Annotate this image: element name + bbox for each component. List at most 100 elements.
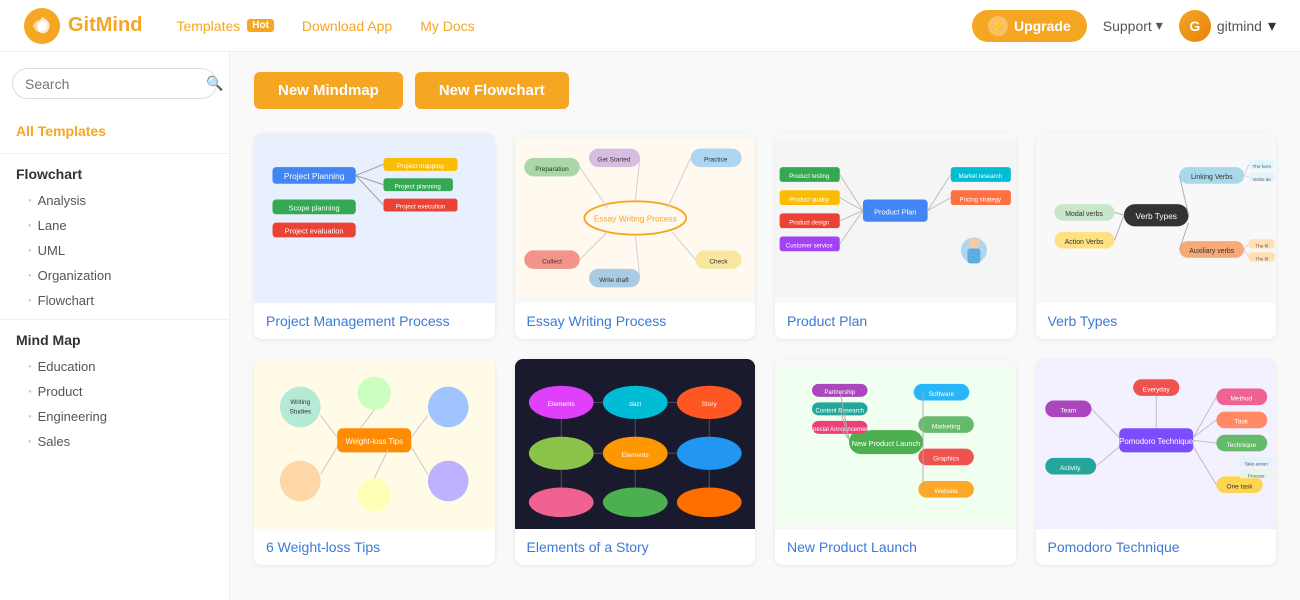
svg-text:Story: Story <box>701 401 717 408</box>
svg-text:Project execution: Project execution <box>396 204 446 211</box>
svg-text:The fil: The fil <box>1255 244 1268 249</box>
upgrade-icon: ⚡ <box>988 16 1008 36</box>
template-card-new-product-launch[interactable]: New Product Launch Software Marketing Gr… <box>775 359 1016 565</box>
nav-download[interactable]: Download App <box>292 12 402 40</box>
template-label: Verb Types <box>1036 303 1277 339</box>
template-label: 6 Weight-loss Tips <box>254 529 495 565</box>
svg-text:Product design: Product design <box>789 220 829 226</box>
sidebar-item-lane[interactable]: Lane <box>0 213 229 238</box>
svg-text:Get Started: Get Started <box>597 157 630 164</box>
sidebar-item-sales[interactable]: Sales <box>0 429 229 454</box>
logo[interactable]: GitMind <box>24 8 142 44</box>
svg-text:The form: The form <box>1252 164 1271 169</box>
svg-text:Method: Method <box>1230 396 1252 403</box>
sidebar-item-flowchart2[interactable]: Flowchart <box>0 288 229 313</box>
template-thumb: Product Plan Product testing Product qua… <box>775 133 1016 303</box>
template-card-elements-story[interactable]: Elements dazi Story Elements <box>515 359 756 565</box>
sidebar-item-engineering[interactable]: Engineering <box>0 404 229 429</box>
svg-text:Graphics: Graphics <box>933 456 959 463</box>
svg-text:Market research: Market research <box>959 174 1002 180</box>
template-thumb: Project Planning Project mapping Project… <box>254 133 495 303</box>
user-name: gitmind <box>1217 18 1262 34</box>
svg-text:Software: Software <box>929 391 955 398</box>
template-label: Product Plan <box>775 303 1016 339</box>
search-box[interactable]: 🔍 <box>12 68 217 99</box>
svg-text:Website: Website <box>934 488 958 495</box>
template-card-verb-types[interactable]: Verb Types Linking Verbs Auxiliary verbs… <box>1036 133 1277 339</box>
sidebar-item-all-templates[interactable]: All Templates <box>0 115 229 147</box>
divider-1 <box>0 153 229 154</box>
svg-text:Elements: Elements <box>547 401 574 408</box>
template-thumb: New Product Launch Software Marketing Gr… <box>775 359 1016 529</box>
svg-text:New Product Launch: New Product Launch <box>852 439 921 448</box>
svg-text:Task: Task <box>1234 419 1248 426</box>
svg-text:Project evaluation: Project evaluation <box>285 227 344 236</box>
svg-text:Write draft: Write draft <box>599 277 629 284</box>
svg-text:Pomodoro Technique: Pomodoro Technique <box>1119 437 1194 446</box>
svg-text:Product testing: Product testing <box>789 174 829 180</box>
chevron-down-icon: ▾ <box>1156 17 1163 34</box>
template-thumb: Pomodoro Technique Team Activity Method … <box>1036 359 1277 529</box>
svg-text:Linking Verbs: Linking Verbs <box>1190 174 1232 181</box>
header-right: ⚡ Upgrade Support ▾ G gitmind ▾ <box>972 10 1276 42</box>
template-thumb: Weight-loss Tips Writing Studies <box>254 359 495 529</box>
svg-text:Product quality: Product quality <box>789 197 829 203</box>
svg-text:Weight-loss Tips: Weight-loss Tips <box>345 437 403 446</box>
sidebar-item-mindmap[interactable]: Mind Map <box>0 326 229 354</box>
template-card-essay-writing[interactable]: Essay Writing Process Preparation Practi… <box>515 133 756 339</box>
template-card-project-management[interactable]: Project Planning Project mapping Project… <box>254 133 495 339</box>
svg-text:Product Plan: Product Plan <box>874 207 916 216</box>
svg-text:Pricing strategy: Pricing strategy <box>960 197 1001 203</box>
search-input[interactable] <box>25 76 206 92</box>
divider-2 <box>0 319 229 320</box>
sidebar-item-flowchart[interactable]: Flowchart <box>0 160 229 188</box>
new-mindmap-button[interactable]: New Mindmap <box>254 72 403 109</box>
sidebar-item-organization[interactable]: Organization <box>0 263 229 288</box>
template-label: Elements of a Story <box>515 529 756 565</box>
nav-links: Templates Hot Download App My Docs <box>166 12 972 40</box>
svg-text:Take action: Take action <box>1244 461 1268 466</box>
support-menu[interactable]: Support ▾ <box>1103 17 1163 34</box>
svg-text:Studies: Studies <box>289 408 311 415</box>
header: GitMind Templates Hot Download App My Do… <box>0 0 1300 52</box>
sidebar-item-education[interactable]: Education <box>0 354 229 379</box>
upgrade-button[interactable]: ⚡ Upgrade <box>972 10 1087 42</box>
svg-text:The fil: The fil <box>1255 257 1268 262</box>
svg-text:Process: Process <box>1247 473 1264 478</box>
hot-badge: Hot <box>247 19 274 32</box>
svg-text:Customer service: Customer service <box>786 244 833 250</box>
template-card-pomodoro[interactable]: Pomodoro Technique Team Activity Method … <box>1036 359 1277 565</box>
layout: 🔍 All Templates Flowchart Analysis Lane … <box>0 52 1300 600</box>
template-thumb: Verb Types Linking Verbs Auxiliary verbs… <box>1036 133 1277 303</box>
avatar: G <box>1179 10 1211 42</box>
main-content: New Mindmap New Flowchart Project Planni… <box>230 52 1300 600</box>
template-card-weight-loss[interactable]: Weight-loss Tips Writing Studies <box>254 359 495 565</box>
svg-text:Verb Types: Verb Types <box>1135 211 1176 221</box>
svg-text:Project Planning: Project Planning <box>284 171 345 181</box>
new-flowchart-button[interactable]: New Flowchart <box>415 72 569 109</box>
nav-mydocs[interactable]: My Docs <box>410 12 484 40</box>
template-thumb: Essay Writing Process Preparation Practi… <box>515 133 756 303</box>
template-label: New Product Launch <box>775 529 1016 565</box>
sidebar: 🔍 All Templates Flowchart Analysis Lane … <box>0 52 230 600</box>
svg-text:Essay Writing Process: Essay Writing Process <box>593 214 676 224</box>
svg-text:Activity: Activity <box>1059 465 1080 472</box>
action-buttons: New Mindmap New Flowchart <box>254 72 1276 109</box>
template-label: Essay Writing Process <box>515 303 756 339</box>
sidebar-item-product[interactable]: Product <box>0 379 229 404</box>
svg-text:Practice: Practice <box>704 157 728 164</box>
template-label: Project Management Process <box>254 303 495 339</box>
svg-text:Scope planning: Scope planning <box>289 204 340 213</box>
user-menu[interactable]: G gitmind ▾ <box>1179 10 1276 42</box>
svg-text:Action Verbs: Action Verbs <box>1064 239 1103 246</box>
svg-text:Check: Check <box>709 258 728 265</box>
sidebar-item-analysis[interactable]: Analysis <box>0 188 229 213</box>
template-thumb: Elements dazi Story Elements <box>515 359 756 529</box>
template-card-product-plan[interactable]: Product Plan Product testing Product qua… <box>775 133 1016 339</box>
logo-icon <box>24 8 60 44</box>
svg-text:Elements: Elements <box>621 452 648 459</box>
svg-text:Writing: Writing <box>290 399 310 406</box>
nav-templates[interactable]: Templates Hot <box>166 12 283 40</box>
sidebar-item-uml[interactable]: UML <box>0 238 229 263</box>
svg-text:One task: One task <box>1226 483 1253 490</box>
